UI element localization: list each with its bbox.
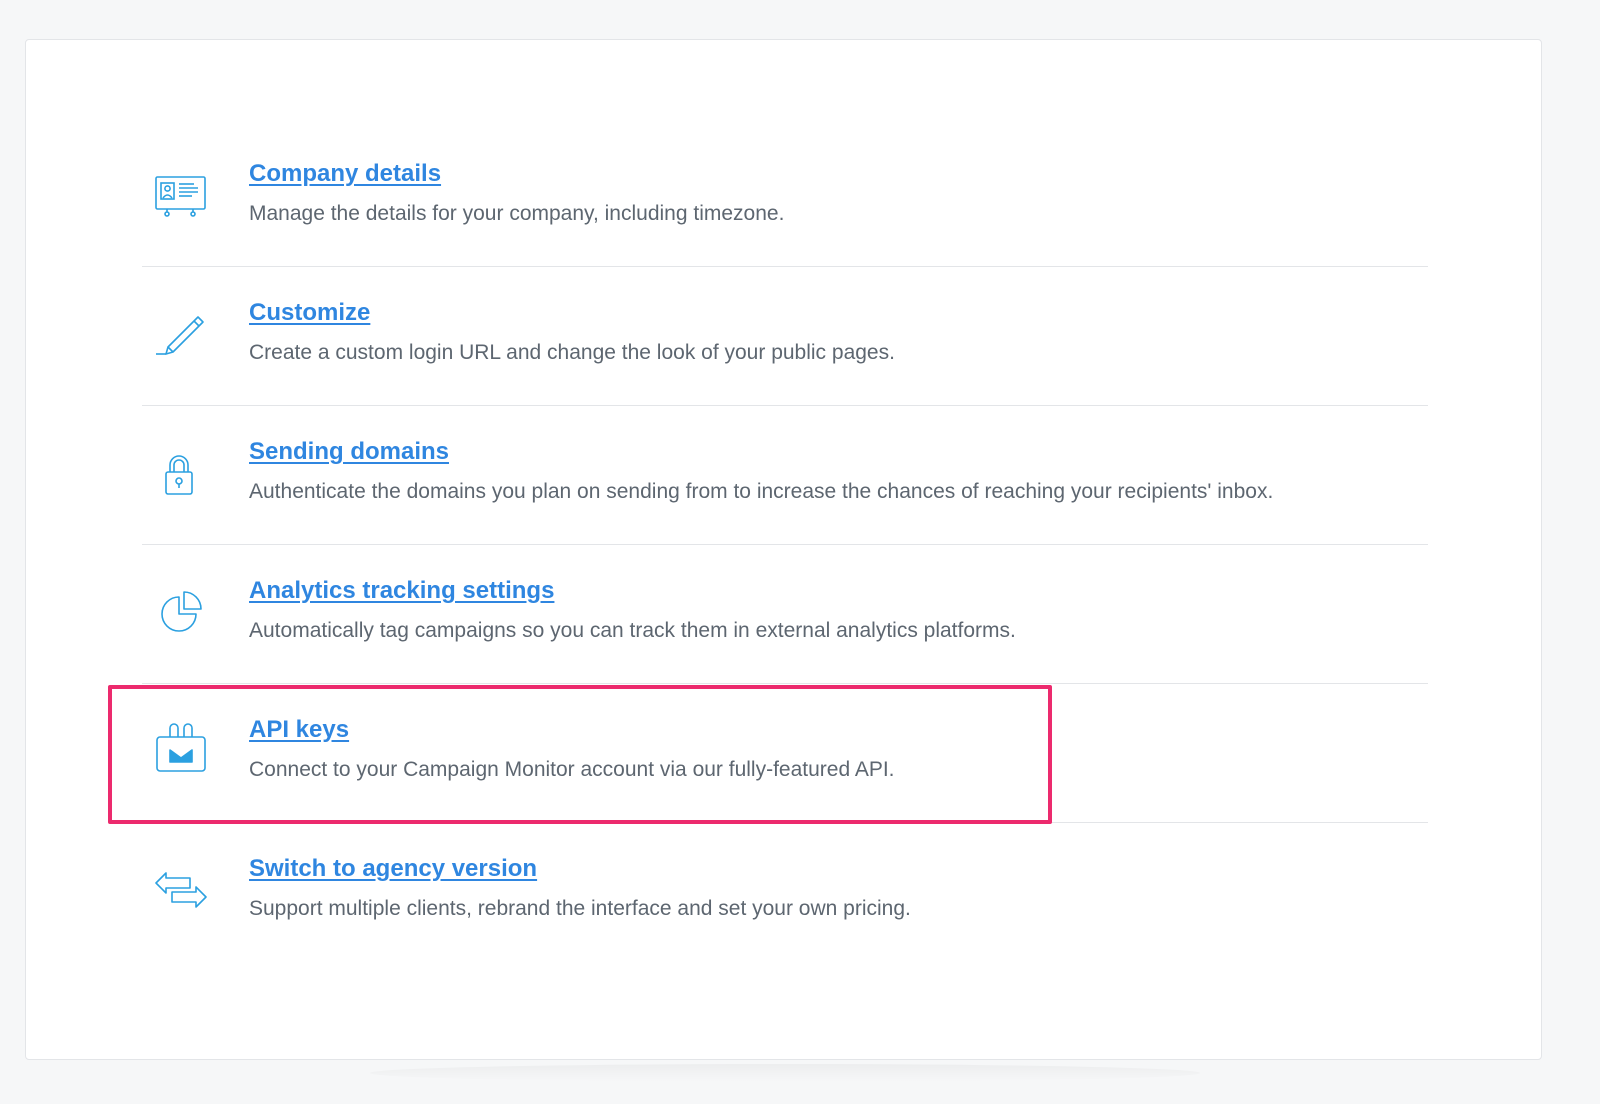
switch-to-agency-version-link[interactable]: Switch to agency version: [249, 855, 537, 883]
switch-arrows-icon: [152, 859, 212, 919]
card-bottom-shadow: [370, 1064, 1200, 1082]
settings-item-api-keys[interactable]: API keys Connect to your Campaign Monito…: [142, 684, 1428, 823]
analytics-tracking-settings-link[interactable]: Analytics tracking settings: [249, 577, 554, 605]
api-plug-icon: [152, 720, 212, 780]
settings-item-analytics-tracking[interactable]: Analytics tracking settings Automaticall…: [142, 545, 1428, 684]
settings-list: Company details Manage the details for y…: [142, 128, 1428, 962]
sending-domains-link[interactable]: Sending domains: [249, 438, 449, 466]
settings-item-sending-domains[interactable]: Sending domains Authenticate the domains…: [142, 406, 1428, 545]
api-keys-link[interactable]: API keys: [249, 716, 349, 744]
pencil-icon: [152, 303, 212, 363]
settings-card: Company details Manage the details for y…: [25, 39, 1542, 1060]
switch-agency-description: Support multiple clients, rebrand the in…: [249, 897, 911, 920]
sending-domains-description: Authenticate the domains you plan on sen…: [249, 480, 1274, 503]
customize-description: Create a custom login URL and change the…: [249, 341, 895, 364]
company-details-link[interactable]: Company details: [249, 160, 441, 188]
analytics-tracking-description: Automatically tag campaigns so you can t…: [249, 619, 1016, 642]
lock-icon: [152, 442, 212, 502]
pie-chart-icon: [152, 581, 212, 641]
settings-item-customize[interactable]: Customize Create a custom login URL and …: [142, 267, 1428, 406]
company-details-description: Manage the details for your company, inc…: [249, 202, 785, 225]
customize-link[interactable]: Customize: [249, 299, 370, 327]
settings-item-switch-agency[interactable]: Switch to agency version Support multipl…: [142, 823, 1428, 962]
id-card-icon: [152, 164, 212, 224]
api-keys-description: Connect to your Campaign Monitor account…: [249, 758, 895, 781]
settings-item-company-details[interactable]: Company details Manage the details for y…: [142, 128, 1428, 267]
